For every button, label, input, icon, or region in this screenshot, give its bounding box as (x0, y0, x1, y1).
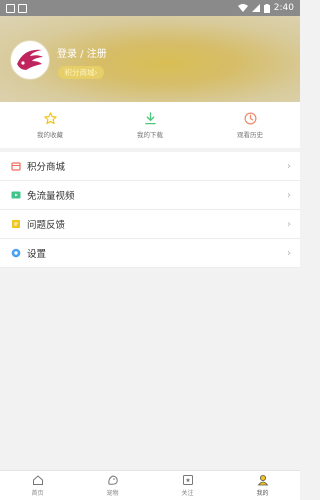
notification-icon (6, 3, 15, 13)
status-bar: 2:40 (0, 0, 300, 16)
menu-item-label: 免流量视频 (27, 191, 75, 202)
menu-item-label: 积分商城 (27, 162, 66, 173)
points-chevron-icon: › (94, 68, 98, 77)
battery-icon (263, 3, 270, 13)
menu-item-label: 设置 (27, 249, 47, 260)
history-label: 观看历史 (237, 130, 263, 139)
login-register-link[interactable]: 登录 / 注册 (57, 45, 107, 60)
settings-icon (11, 248, 21, 258)
menu-item-free-data-video[interactable]: 免流量视频 › (0, 181, 300, 210)
tab-follow[interactable]: 关注 (150, 471, 225, 500)
tab-pet[interactable]: 宠物 (75, 471, 150, 500)
chevron-right-icon: › (287, 189, 291, 201)
tab-label: 宠物 (106, 490, 119, 497)
chevron-right-icon: › (287, 160, 291, 172)
follow-icon (182, 475, 193, 485)
star-icon (43, 111, 57, 124)
tab-label: 我的 (256, 490, 269, 497)
bottom-tab-bar: 首页 宠物 关注 我的 (0, 470, 300, 500)
chevron-right-icon: › (287, 218, 291, 230)
chevron-right-icon: › (287, 247, 291, 259)
points-badge-label: 积分商城 (64, 68, 95, 77)
downloads-label: 我的下载 (137, 130, 163, 139)
menu-item-settings[interactable]: 设置 › (0, 239, 300, 268)
menu-item-label: 问题反馈 (27, 220, 66, 231)
shop-icon (11, 161, 21, 171)
signal-icon (251, 4, 260, 12)
tab-label: 首页 (31, 490, 44, 497)
menu-item-points-shop[interactable]: 积分商城 › (0, 152, 300, 181)
avatar[interactable] (10, 40, 50, 80)
app-logo-icon (17, 49, 43, 70)
downloads-button[interactable]: 我的下载 (100, 102, 200, 148)
favorites-button[interactable]: 我的收藏 (0, 102, 100, 148)
profile-icon (257, 475, 268, 486)
settings-menu: 积分商城 › 免流量视频 › 问题反馈 › 设置 › (0, 152, 300, 268)
favorites-label: 我的收藏 (37, 130, 63, 139)
menu-item-feedback[interactable]: 问题反馈 › (0, 210, 300, 239)
tab-profile[interactable]: 我的 (225, 471, 300, 500)
status-time: 2:40 (273, 3, 294, 13)
points-badge[interactable]: 积分商城 › (58, 66, 104, 79)
tab-home[interactable]: 首页 (0, 471, 75, 500)
tab-label: 关注 (181, 490, 194, 497)
profile-header: 登录 / 注册 积分商城 › (0, 16, 300, 102)
download-icon (144, 111, 156, 124)
video-icon (11, 190, 21, 200)
feedback-icon (11, 219, 21, 229)
history-button[interactable]: 观看历史 (200, 102, 300, 148)
pet-icon (107, 475, 118, 485)
history-icon (244, 112, 256, 124)
wifi-icon (237, 4, 248, 12)
quick-actions: 我的收藏 我的下载 观看历史 (0, 102, 300, 148)
home-icon (32, 475, 43, 485)
app-notification-icon (18, 3, 27, 13)
